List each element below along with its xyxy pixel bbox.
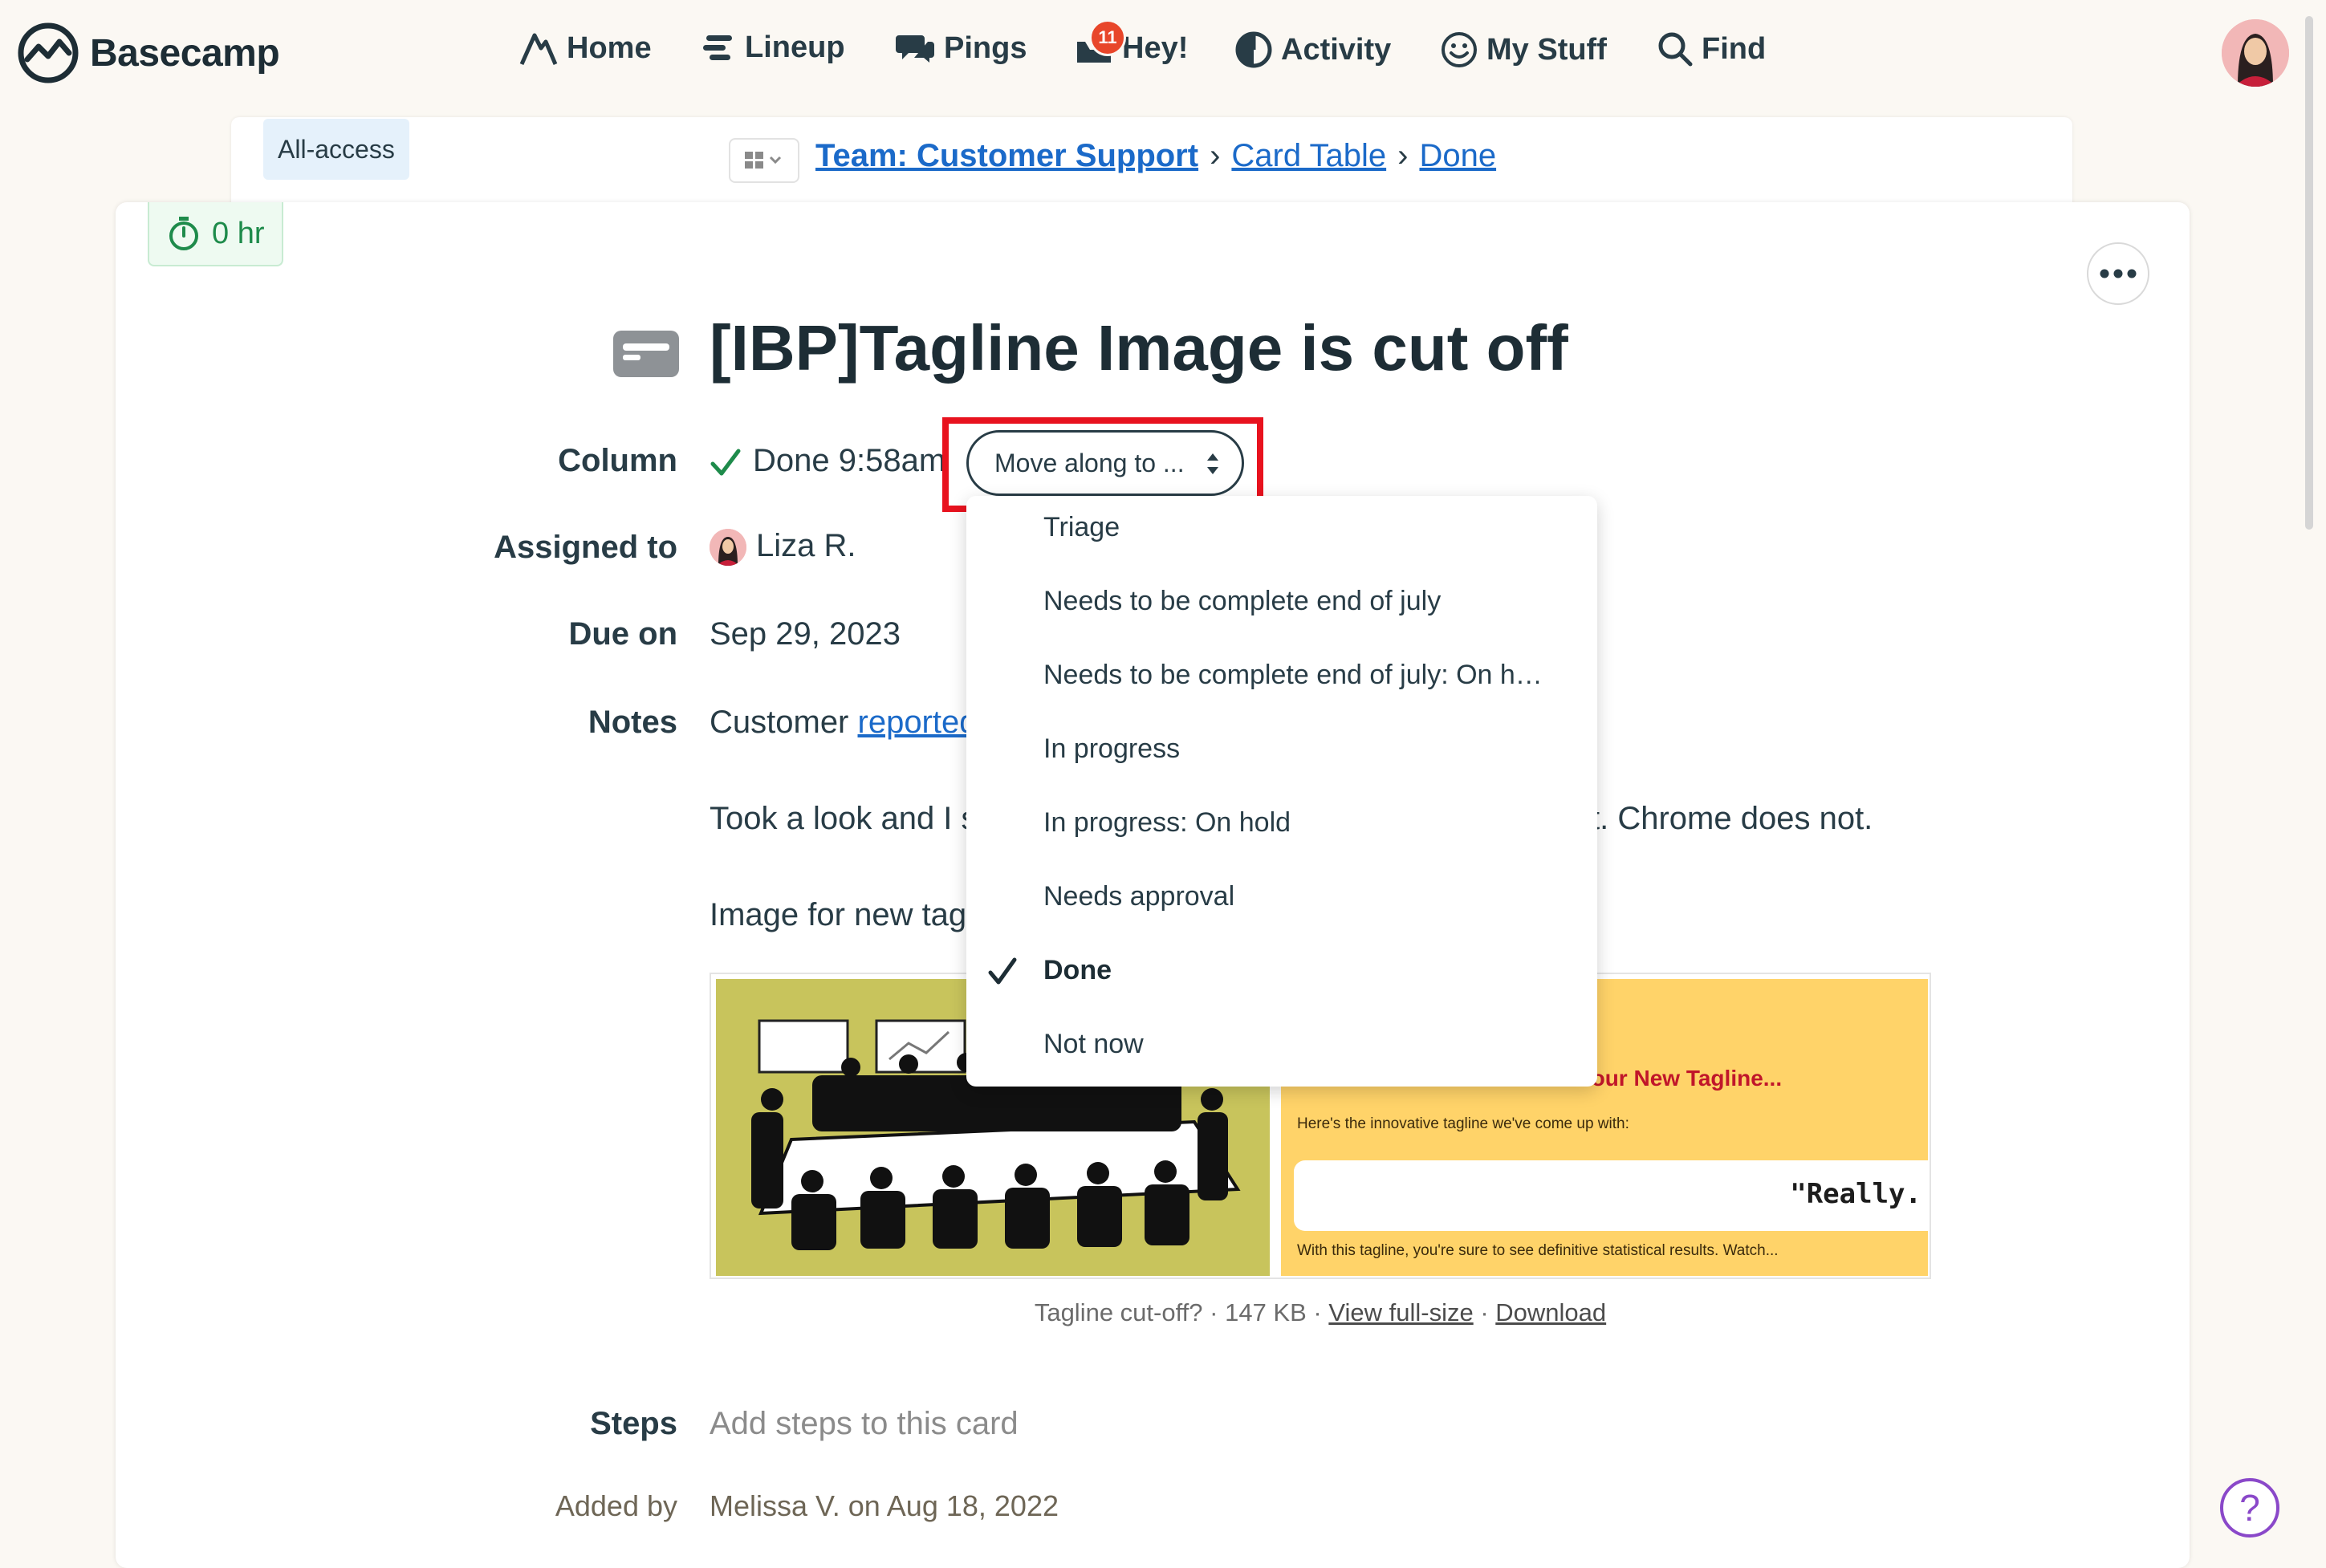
nav-pings-label: Pings: [944, 30, 1027, 65]
activity-icon: [1235, 31, 1272, 68]
nav-activity-label: Activity: [1281, 32, 1392, 67]
help-button[interactable]: ?: [2220, 1478, 2279, 1538]
tagline-quote-box: "Really.: [1294, 1160, 1928, 1231]
basecamp-logo[interactable]: Basecamp: [16, 22, 280, 83]
option-triage[interactable]: Triage: [1043, 512, 1120, 543]
search-icon: [1658, 32, 1693, 67]
card-type-icon: [613, 331, 679, 381]
breadcrumb-card-table[interactable]: Card Table: [1231, 138, 1386, 174]
due-value[interactable]: Sep 29, 2023: [710, 616, 901, 652]
notes-reported-link[interactable]: reported: [858, 705, 978, 740]
view-full-size-link[interactable]: View full-size: [1328, 1298, 1473, 1326]
attachment-caption: Tagline cut-off? · 147 KB · View full-si…: [710, 1298, 1931, 1327]
assigned-label: Assigned to: [494, 530, 677, 565]
option-needs-complete-july-on-hold[interactable]: Needs to be complete end of july: On h…: [1043, 660, 1543, 691]
option-done[interactable]: Done: [1043, 955, 1112, 986]
breadcrumb-separator: ›: [1397, 138, 1409, 173]
breadcrumb-team[interactable]: Team: Customer Support: [815, 138, 1198, 174]
user-avatar[interactable]: [2222, 19, 2289, 87]
hey-badge: 11: [1089, 19, 1126, 56]
tagline-quote: "Really.: [1790, 1178, 1921, 1210]
avatar-portrait-icon: [2222, 19, 2289, 87]
breadcrumb-bar: All-access Team: Customer Support › Card…: [231, 117, 2072, 205]
column-value: Done 9:58am: [710, 443, 945, 479]
nav-home-label: Home: [567, 30, 652, 65]
mountain-icon: [519, 33, 558, 66]
top-navigation: Basecamp Home Lineup Pings Hey! 11 Activ…: [0, 0, 2326, 104]
nav-activity[interactable]: Activity: [1234, 30, 1391, 69]
breadcrumb-done[interactable]: Done: [1419, 138, 1496, 174]
add-steps-input[interactable]: Add steps to this card: [710, 1406, 1019, 1442]
page-scrollbar[interactable]: [2305, 16, 2313, 530]
caption-dot: ·: [1210, 1298, 1218, 1326]
move-along-dropdown: Triage Needs to be complete end of july …: [966, 496, 1597, 1087]
option-in-progress[interactable]: In progress: [1043, 733, 1180, 765]
basecamp-logo-icon: [18, 22, 79, 83]
nav-hey-label: Hey!: [1122, 30, 1189, 65]
column-status: Done 9:58am: [753, 443, 946, 478]
nav-find-label: Find: [1702, 31, 1767, 66]
attachment-size: 147 KB: [1225, 1298, 1307, 1326]
chat-bubbles-icon: [896, 35, 934, 63]
more-options-button[interactable]: [2087, 242, 2149, 305]
notes-line-1: Customer reported: [710, 705, 977, 741]
nav-lineup-label: Lineup: [745, 30, 845, 64]
tagline-headline: Your New Tagline...: [1578, 1066, 1783, 1091]
option-needs-approval[interactable]: Needs approval: [1043, 881, 1234, 912]
added-by-label: Added by: [555, 1489, 677, 1522]
grid-chevron-icon: [745, 152, 782, 169]
check-icon: [710, 449, 741, 476]
notes-line-2: Took a look and I s: [710, 801, 978, 836]
nav-my-stuff-label: My Stuff: [1486, 32, 1607, 67]
nav-my-stuff[interactable]: My Stuff: [1440, 30, 1607, 69]
ellipsis-icon: [2100, 269, 2137, 278]
smiley-icon: [1442, 32, 1477, 67]
tagline-subline: Here's the innovative tagline we've come…: [1297, 1115, 1629, 1132]
time-tracker[interactable]: 0 hr: [148, 202, 284, 266]
selected-check-icon: [988, 957, 1017, 985]
stopwatch-icon: [169, 217, 198, 250]
caption-dot: ·: [1480, 1298, 1489, 1326]
nav-lineup[interactable]: Lineup: [701, 30, 845, 65]
assigned-value[interactable]: Liza R.: [710, 528, 856, 567]
nav-pings[interactable]: Pings: [896, 30, 1027, 66]
attachment-filename: Tagline cut-off?: [1034, 1298, 1203, 1326]
option-not-now[interactable]: Not now: [1043, 1029, 1144, 1060]
notes-line-2-end: t. Chrome does not.: [1591, 801, 1873, 836]
option-in-progress-on-hold[interactable]: In progress: On hold: [1043, 807, 1291, 839]
option-needs-complete-july[interactable]: Needs to be complete end of july: [1043, 586, 1441, 617]
nav-home[interactable]: Home: [518, 30, 652, 66]
notes-text: Customer: [710, 705, 858, 740]
column-label: Column: [558, 443, 677, 478]
card-title: [IBP]Tagline Image is cut off: [710, 312, 1568, 384]
breadcrumb-separator: ›: [1210, 138, 1221, 173]
nav-find[interactable]: Find: [1657, 30, 1766, 67]
notes-line-3: Image for new tag: [710, 897, 967, 932]
assignee-name: Liza R.: [756, 528, 856, 563]
steps-label: Steps: [590, 1406, 677, 1441]
caption-dot: ·: [1313, 1298, 1322, 1326]
tagline-footer: With this tagline, you're sure to see de…: [1297, 1242, 1779, 1259]
download-link[interactable]: Download: [1495, 1298, 1606, 1326]
lineup-icon: [703, 35, 732, 60]
due-label: Due on: [568, 616, 677, 652]
timer-value: 0 hr: [212, 216, 265, 250]
assignee-avatar: [710, 529, 746, 567]
notes-label: Notes: [588, 705, 677, 740]
all-access-badge[interactable]: All-access: [263, 119, 409, 180]
app-name: Basecamp: [90, 31, 280, 75]
project-switcher-button[interactable]: [729, 138, 799, 183]
breadcrumb: Team: Customer Support › Card Table › Do…: [815, 138, 1496, 174]
added-by-value: Melissa V. on Aug 18, 2022: [710, 1489, 1059, 1522]
